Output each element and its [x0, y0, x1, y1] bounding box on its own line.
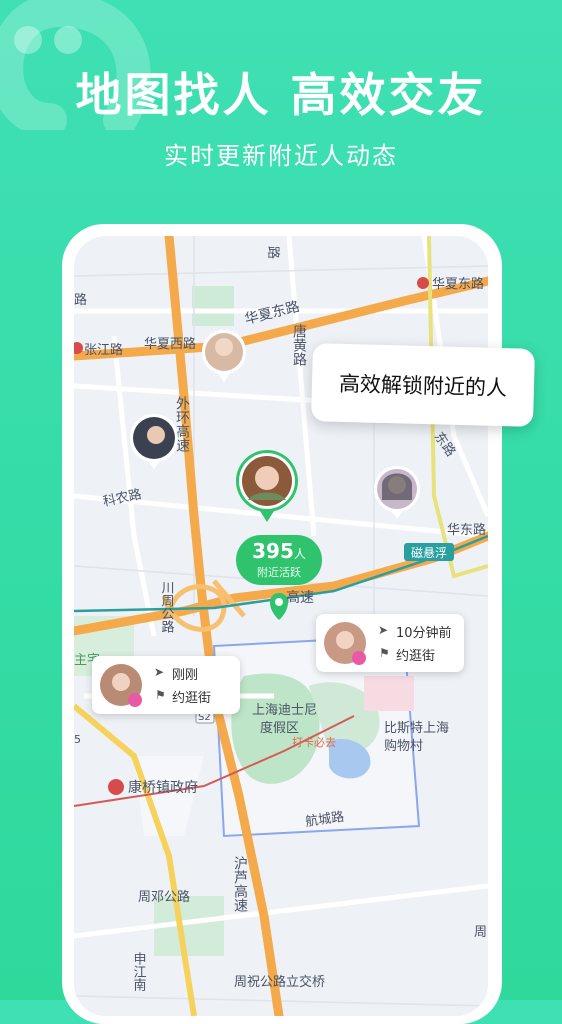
road-label: 华夏西路: [144, 336, 196, 352]
poi-tag: 打卡必去: [292, 735, 336, 749]
road-label: 华夏东路: [432, 276, 484, 292]
road-label: 申江南: [131, 952, 147, 991]
nearby-count: 395: [252, 539, 294, 563]
maglev-label: 磁悬浮: [411, 545, 447, 560]
road-label: 高速: [286, 589, 314, 606]
flag-icon: ⚑: [379, 646, 390, 660]
user-avatar-pin[interactable]: [372, 464, 422, 520]
nearby-count-badge[interactable]: 395人 附近活跃: [236, 535, 322, 585]
road-label: 唐黄路: [291, 323, 307, 366]
user-avatar-pin[interactable]: [128, 412, 180, 470]
card-time: 刚刚: [172, 668, 199, 683]
featured-user-avatar-pin[interactable]: [234, 448, 300, 526]
avatar: [100, 664, 142, 707]
avatar: [324, 622, 366, 665]
flag-icon: ⚑: [155, 688, 166, 702]
road-label: 川周公路: [159, 581, 175, 633]
road-label: 沪芦高速: [232, 856, 248, 913]
nearby-unit: 人: [293, 547, 306, 561]
road-label: 周: [474, 925, 487, 940]
road-label: 华东路: [447, 522, 486, 538]
user-activity-card[interactable]: ➤ 10分钟前 ⚑ 约逛街: [316, 614, 464, 672]
nearby-label: 附近活跃: [257, 566, 301, 579]
feature-tip-card: 高效解锁附近的人: [311, 343, 535, 427]
send-icon: ➤: [378, 623, 389, 637]
headline: 地图找人 高效交友: [75, 68, 487, 122]
route-number: 5: [74, 733, 81, 746]
user-activity-card[interactable]: ➤ 刚刚 ⚑ 约逛街: [92, 656, 240, 714]
road-label: 路: [265, 246, 281, 259]
card-activity: 约逛街: [172, 691, 212, 706]
government-icon: [108, 779, 124, 795]
card-time: 10分钟前: [396, 626, 452, 641]
card-activity: 约逛街: [396, 649, 436, 664]
park-area: [192, 286, 234, 326]
shopping-area: [364, 676, 414, 711]
road-label: 周祝公路立交桥: [234, 974, 325, 990]
poi-label: 康桥镇政府: [128, 779, 198, 796]
road-label: 路: [74, 292, 87, 308]
road-label: 张江路: [84, 342, 123, 358]
send-icon: ➤: [154, 665, 165, 679]
road-label: 周邓公路: [138, 889, 190, 905]
metro-icon: [417, 277, 429, 289]
subheadline: 实时更新附近人动态: [164, 142, 398, 170]
user-avatar-pin[interactable]: [200, 328, 248, 384]
